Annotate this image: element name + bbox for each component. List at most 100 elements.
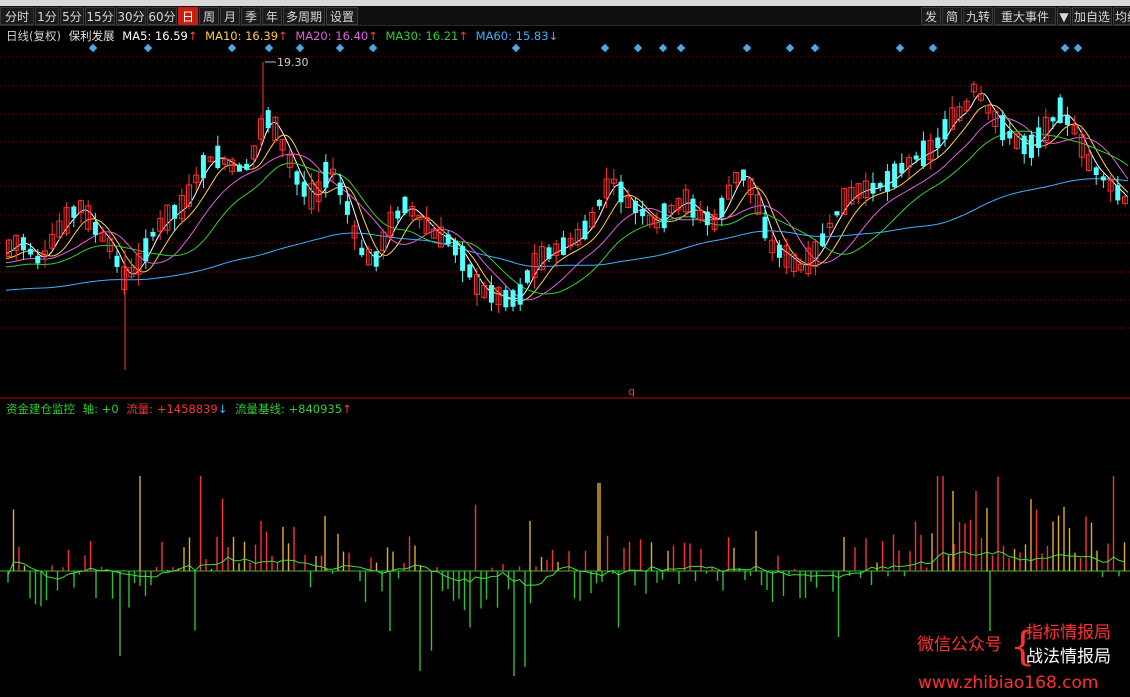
candle-body-down <box>265 110 271 129</box>
candle-body-down <box>1007 131 1013 139</box>
candle-body-down <box>150 232 156 237</box>
candle-body-down <box>1093 167 1099 175</box>
candle-body-down <box>740 169 746 181</box>
period-button-3[interactable]: 15分 <box>85 7 115 25</box>
candle-body-down <box>618 181 624 203</box>
candle-body-down <box>884 171 890 192</box>
event-marker <box>88 43 98 53</box>
event-marker <box>810 43 820 53</box>
flow-baseline-line <box>7 550 1125 586</box>
candle-body-down <box>517 284 523 305</box>
period-button-10[interactable]: 年 <box>262 7 282 25</box>
event-marker <box>143 43 153 53</box>
ma5-value: MA5: 16.59 <box>122 29 188 43</box>
candle-body-down <box>172 205 178 219</box>
period-button-8[interactable]: 月 <box>220 7 240 25</box>
event-marker <box>633 43 643 53</box>
candle-body-down <box>402 196 408 214</box>
candle-body-down <box>503 289 509 308</box>
candle-body-down <box>1115 185 1121 201</box>
candle-body-down <box>870 182 876 194</box>
candle-body-down <box>344 201 350 215</box>
baseline-value: 流量基线: +840935 <box>235 402 342 416</box>
tool-button-3[interactable]: 重大事件 <box>994 7 1056 25</box>
stock-chart[interactable]: 日线(复权) 保利发展 MA5: 16.59↑ MA10: 16.39↑ MA2… <box>0 27 1130 697</box>
period-button-0[interactable]: 分时 <box>0 7 34 25</box>
candle-body-down <box>143 238 149 262</box>
candle-body-down <box>820 233 826 247</box>
candle-body-down <box>899 162 905 174</box>
event-markers <box>88 43 1083 53</box>
candle-body-down <box>913 155 919 160</box>
candle-body-down <box>488 284 494 303</box>
event-marker <box>658 43 668 53</box>
tool-button-5[interactable]: 加自选 <box>1072 7 1112 25</box>
event-marker <box>264 43 274 53</box>
candle-body-down <box>892 163 898 188</box>
watermark-line1: 指标情报局 <box>1026 623 1111 643</box>
period-button-7[interactable]: 周 <box>199 7 219 25</box>
watermark-line2: 战法情报局 <box>1026 647 1111 667</box>
candle-body-down <box>28 248 34 255</box>
event-marker <box>368 43 378 53</box>
candle-body-down <box>200 155 206 179</box>
period-button-5[interactable]: 60分 <box>147 7 177 25</box>
candle-body-down <box>1100 176 1106 181</box>
candle-body-down <box>460 246 466 271</box>
period-button-12[interactable]: 设置 <box>326 7 358 25</box>
ma5-line <box>5 92 1129 299</box>
tool-button-4[interactable]: ▼ <box>1057 7 1071 25</box>
period-button-11[interactable]: 多周期 <box>283 7 325 25</box>
candle-body-down <box>510 290 516 307</box>
candle-body-down <box>215 145 221 169</box>
candle-body-down <box>452 240 458 256</box>
tool-button-1[interactable]: 简 <box>942 7 962 25</box>
candle-body-down <box>560 237 566 255</box>
candle-body-down <box>632 200 638 214</box>
candle-body-down <box>640 209 646 217</box>
period-button-9[interactable]: 季 <box>241 7 261 25</box>
period-button-6[interactable]: 日 <box>178 7 198 25</box>
tool-button-0[interactable]: 发 <box>921 7 941 25</box>
candle-body-down <box>1000 115 1006 141</box>
candle-body-down <box>1057 97 1063 124</box>
ma-lines <box>5 92 1129 302</box>
candle-body-down <box>877 183 883 188</box>
candle-body-down <box>942 119 948 140</box>
candle-body-down <box>834 211 840 216</box>
period-button-4[interactable]: 30分 <box>116 7 146 25</box>
candle-body-down <box>762 216 768 239</box>
event-marker <box>1073 43 1083 53</box>
event-marker <box>1060 43 1070 53</box>
candle-body-down <box>690 198 696 218</box>
event-marker <box>295 43 305 53</box>
event-marker <box>676 43 686 53</box>
period-button-2[interactable]: 5分 <box>60 7 84 25</box>
candle-body-down <box>337 182 343 196</box>
candle-body-down <box>935 137 941 149</box>
event-marker <box>335 43 345 53</box>
stock-name: 保利发展 <box>69 29 115 43</box>
candle-body-down <box>1036 127 1042 148</box>
tool-button-2[interactable]: 九转 <box>963 7 993 25</box>
period-button-1[interactable]: 1分 <box>35 7 59 25</box>
candle-body-down <box>704 211 710 226</box>
candle-body-down <box>776 244 782 258</box>
candle-body-down <box>920 140 926 167</box>
tool-button-6[interactable]: 均线 <box>1113 7 1130 25</box>
candle-body-down <box>546 247 552 259</box>
ma30-value: MA30: 16.21 <box>386 29 459 43</box>
event-marker <box>785 43 795 53</box>
ma5-arrow: ↑ <box>188 29 198 43</box>
sub-chart-title: 资金建仓监控 <box>6 402 75 416</box>
ma10-value: MA10: 16.39 <box>205 29 278 43</box>
candle-body-down <box>719 197 725 218</box>
candle-body-down <box>20 237 26 251</box>
event-marker <box>742 43 752 53</box>
candle-body-down <box>1064 114 1070 125</box>
candle-body-down <box>236 164 242 172</box>
candle-body-down <box>35 255 41 264</box>
ma10-arrow: ↑ <box>278 29 288 43</box>
candle-body-down <box>661 203 667 229</box>
ma20-value: MA20: 16.40 <box>295 29 368 43</box>
